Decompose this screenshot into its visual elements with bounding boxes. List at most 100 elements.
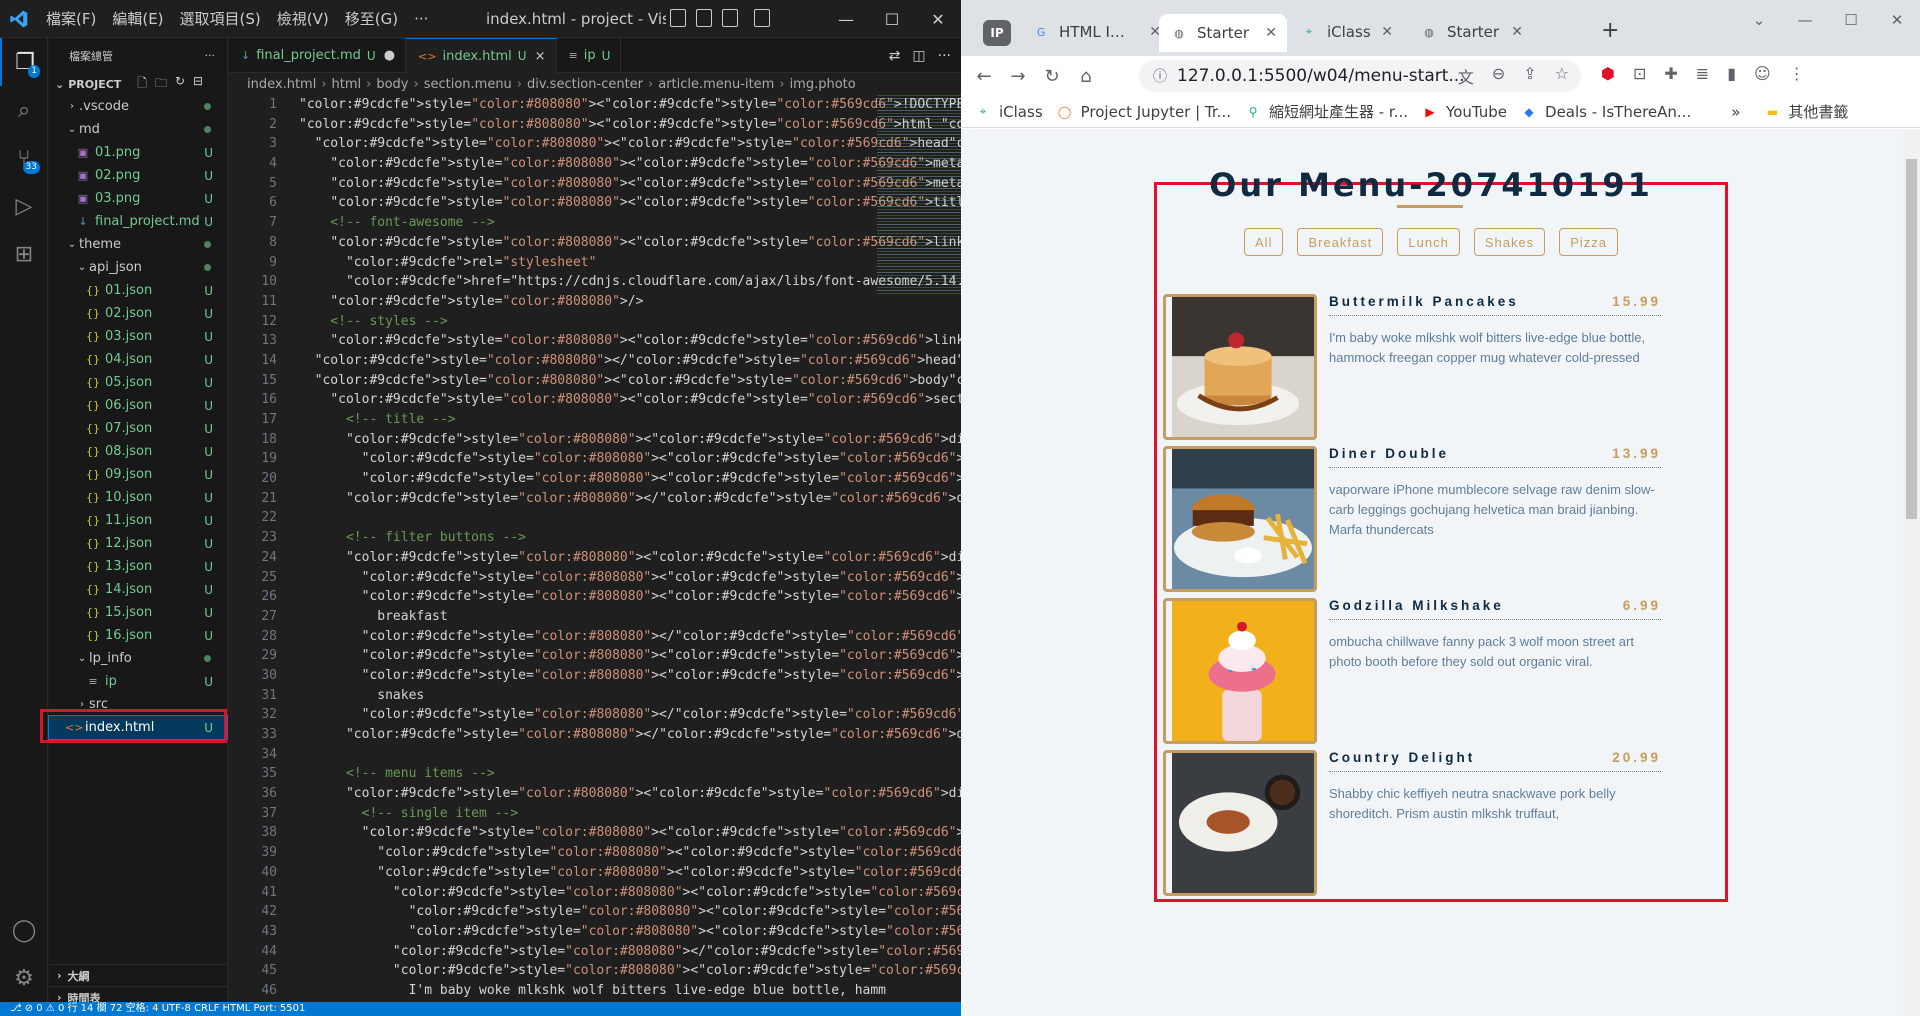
filter-btn-pizza[interactable]: Pizza	[1559, 228, 1618, 256]
more-icon[interactable]: ···	[938, 48, 951, 64]
customize-layout-icon[interactable]	[754, 9, 770, 27]
explorer-icon[interactable]: ❐ 1	[0, 38, 48, 86]
close-tab-icon[interactable]: ✕	[1265, 25, 1277, 41]
search-icon[interactable]: ⌕	[0, 86, 48, 134]
breadcrumb-item[interactable]: div.section-center	[527, 77, 643, 92]
site-info-icon[interactable]: ⓘ	[1153, 66, 1167, 86]
breadcrumb-item[interactable]: article.menu-item	[658, 77, 774, 92]
tree-item-07-json[interactable]: {} 07.json U	[49, 417, 227, 440]
toggle-sidebar-icon[interactable]	[670, 9, 686, 27]
menu-item[interactable]: ···	[406, 0, 436, 38]
tree-item-10-json[interactable]: {} 10.json U	[49, 486, 227, 509]
tree-item-01-png[interactable]: ▣ 01.png U	[49, 141, 227, 164]
breadcrumb-item[interactable]: img.photo	[790, 77, 856, 92]
back-icon[interactable]: ←	[967, 66, 1001, 87]
tree-item-api-json[interactable]: ⌄ api_json	[49, 256, 227, 279]
bookmark-item[interactable]: ⚲ 縮短網址產生器 - r...	[1245, 101, 1408, 122]
source-control-icon[interactable]: ⑂ 33	[0, 134, 48, 182]
run-debug-icon[interactable]: ▷	[0, 182, 48, 230]
translate-icon[interactable]: 文	[1458, 64, 1474, 88]
tab-ip[interactable]: ≡ ip U	[557, 38, 622, 73]
tree-item-03-png[interactable]: ▣ 03.png U	[49, 187, 227, 210]
compare-icon[interactable]: ⇄	[889, 48, 901, 64]
chrome-menu-icon[interactable]: ⋮	[1789, 64, 1805, 83]
tree-item-theme[interactable]: ⌄ theme	[49, 233, 227, 256]
filter-btn-all[interactable]: All	[1244, 228, 1284, 256]
code-editor[interactable]: 1 "color:#9cdcfe">style="color:#808080"><…	[229, 95, 961, 1002]
tab-search-icon[interactable]: ⌄	[1736, 0, 1782, 40]
close-tab-icon[interactable]: ✕	[1511, 24, 1523, 40]
profile-badge[interactable]: IP	[983, 20, 1011, 46]
close-tab-icon[interactable]: ×	[535, 49, 546, 64]
maximize-icon[interactable]: ☐	[1828, 0, 1874, 40]
more-actions-icon[interactable]: ···	[205, 49, 216, 62]
new-file-icon[interactable]: 🗋	[137, 74, 147, 95]
outline-section[interactable]: › 大綱	[49, 964, 228, 986]
browser-tab-1[interactable]: ◍ Starter ✕	[1159, 14, 1287, 52]
tree-item-04-json[interactable]: {} 04.json U	[49, 348, 227, 371]
filter-btn-lunch[interactable]: Lunch	[1397, 228, 1460, 256]
tree-item-05-json[interactable]: {} 05.json U	[49, 371, 227, 394]
settings-gear-icon[interactable]: ⚙	[0, 954, 48, 1002]
tree-item-md[interactable]: ⌄ md	[49, 118, 227, 141]
account-icon[interactable]: ◯	[0, 906, 48, 954]
zoom-icon[interactable]: ⊖	[1492, 64, 1505, 88]
forward-icon[interactable]: →	[1001, 66, 1035, 87]
filter-btn-shakes[interactable]: Shakes	[1473, 228, 1546, 256]
tree-item-01-json[interactable]: {} 01.json U	[49, 279, 227, 302]
menu-item[interactable]: 檢視(V)	[269, 0, 337, 38]
tree-item-15-json[interactable]: {} 15.json U	[49, 601, 227, 624]
bookmark-item[interactable]: ◆ Deals - IsThereAn...	[1521, 103, 1691, 121]
menu-item[interactable]: 移至(G)	[337, 0, 406, 38]
breadcrumb-item[interactable]: html	[332, 77, 362, 92]
tree-item-06-json[interactable]: {} 06.json U	[49, 394, 227, 417]
bookmark-star-icon[interactable]: ☆	[1555, 64, 1569, 88]
bookmarks-overflow-icon[interactable]: »	[1731, 103, 1740, 121]
page-scrollbar[interactable]	[1903, 129, 1920, 1016]
reading-list-icon[interactable]: ≣	[1696, 64, 1709, 83]
tree-item-02-png[interactable]: ▣ 02.png U	[49, 164, 227, 187]
extension-icon[interactable]: ⊡	[1633, 64, 1646, 83]
bookmark-item[interactable]: ▶ YouTube	[1422, 103, 1507, 121]
tree-item-13-json[interactable]: {} 13.json U	[49, 555, 227, 578]
new-tab-icon[interactable]: +	[1601, 18, 1619, 43]
tree-item-ip[interactable]: ≡ ip U	[49, 670, 227, 693]
tree-item-lp-info[interactable]: ⌄ lp_info	[49, 647, 227, 670]
breadcrumb-item[interactable]: body	[376, 77, 408, 92]
avatar[interactable]: ☺	[1754, 64, 1771, 83]
extensions-icon[interactable]: ⊞	[0, 230, 48, 278]
collapse-all-icon[interactable]: ⊟	[193, 74, 203, 95]
address-bar[interactable]: ⓘ 127.0.0.1:5500/w04/menu-start... 文 ⊖ ⇪ ☆	[1139, 60, 1581, 92]
new-folder-icon[interactable]: 🗀	[155, 74, 167, 95]
puzzle-icon[interactable]: ✚	[1664, 64, 1677, 83]
other-bookmarks[interactable]: ▬ 其他書籤	[1764, 101, 1849, 122]
browser-tab-0[interactable]: G HTML I… ✕	[1021, 14, 1171, 50]
filter-btn-breakfast[interactable]: Breakfast	[1297, 228, 1384, 256]
tree-item-12-json[interactable]: {} 12.json U	[49, 532, 227, 555]
tree-item-16-json[interactable]: {} 16.json U	[49, 624, 227, 647]
toggle-secondary-sidebar-icon[interactable]	[722, 9, 738, 27]
tree-item-09-json[interactable]: {} 09.json U	[49, 463, 227, 486]
reload-icon[interactable]: ↻	[1035, 66, 1069, 87]
share-icon[interactable]: ⇪	[1523, 64, 1536, 88]
tree-item-08-json[interactable]: {} 08.json U	[49, 440, 227, 463]
unsaved-dot-icon[interactable]: ●	[384, 48, 395, 63]
breadcrumb-item[interactable]: section.menu	[424, 77, 512, 92]
close-icon[interactable]: ✕	[915, 0, 961, 38]
tree-item-14-json[interactable]: {} 14.json U	[49, 578, 227, 601]
close-tab-icon[interactable]: ✕	[1381, 24, 1393, 40]
tree-item-11-json[interactable]: {} 11.json U	[49, 509, 227, 532]
adblock-icon[interactable]: ⬢	[1601, 64, 1615, 83]
menu-item[interactable]: 編輯(E)	[104, 0, 171, 38]
refresh-icon[interactable]: ↻	[175, 74, 185, 95]
browser-tab-3[interactable]: ◍ Starter ✕	[1409, 14, 1533, 50]
split-editor-icon[interactable]: ◫	[912, 48, 925, 64]
menu-item[interactable]: 檔案(F)	[38, 0, 104, 38]
side-panel-icon[interactable]: ▮	[1727, 64, 1736, 83]
bookmark-item[interactable]: ◯ Project Jupyter | Tr...	[1057, 103, 1231, 121]
browser-tab-2[interactable]: ⌖ iClass ✕	[1289, 14, 1403, 50]
home-icon[interactable]: ⌂	[1069, 66, 1103, 87]
tree-item-02-json[interactable]: {} 02.json U	[49, 302, 227, 325]
tree-item-final-project-md[interactable]: ↓ final_project.md U	[49, 210, 227, 233]
tab-final_project-md[interactable]: ↓ final_project.md U ●	[229, 38, 407, 73]
